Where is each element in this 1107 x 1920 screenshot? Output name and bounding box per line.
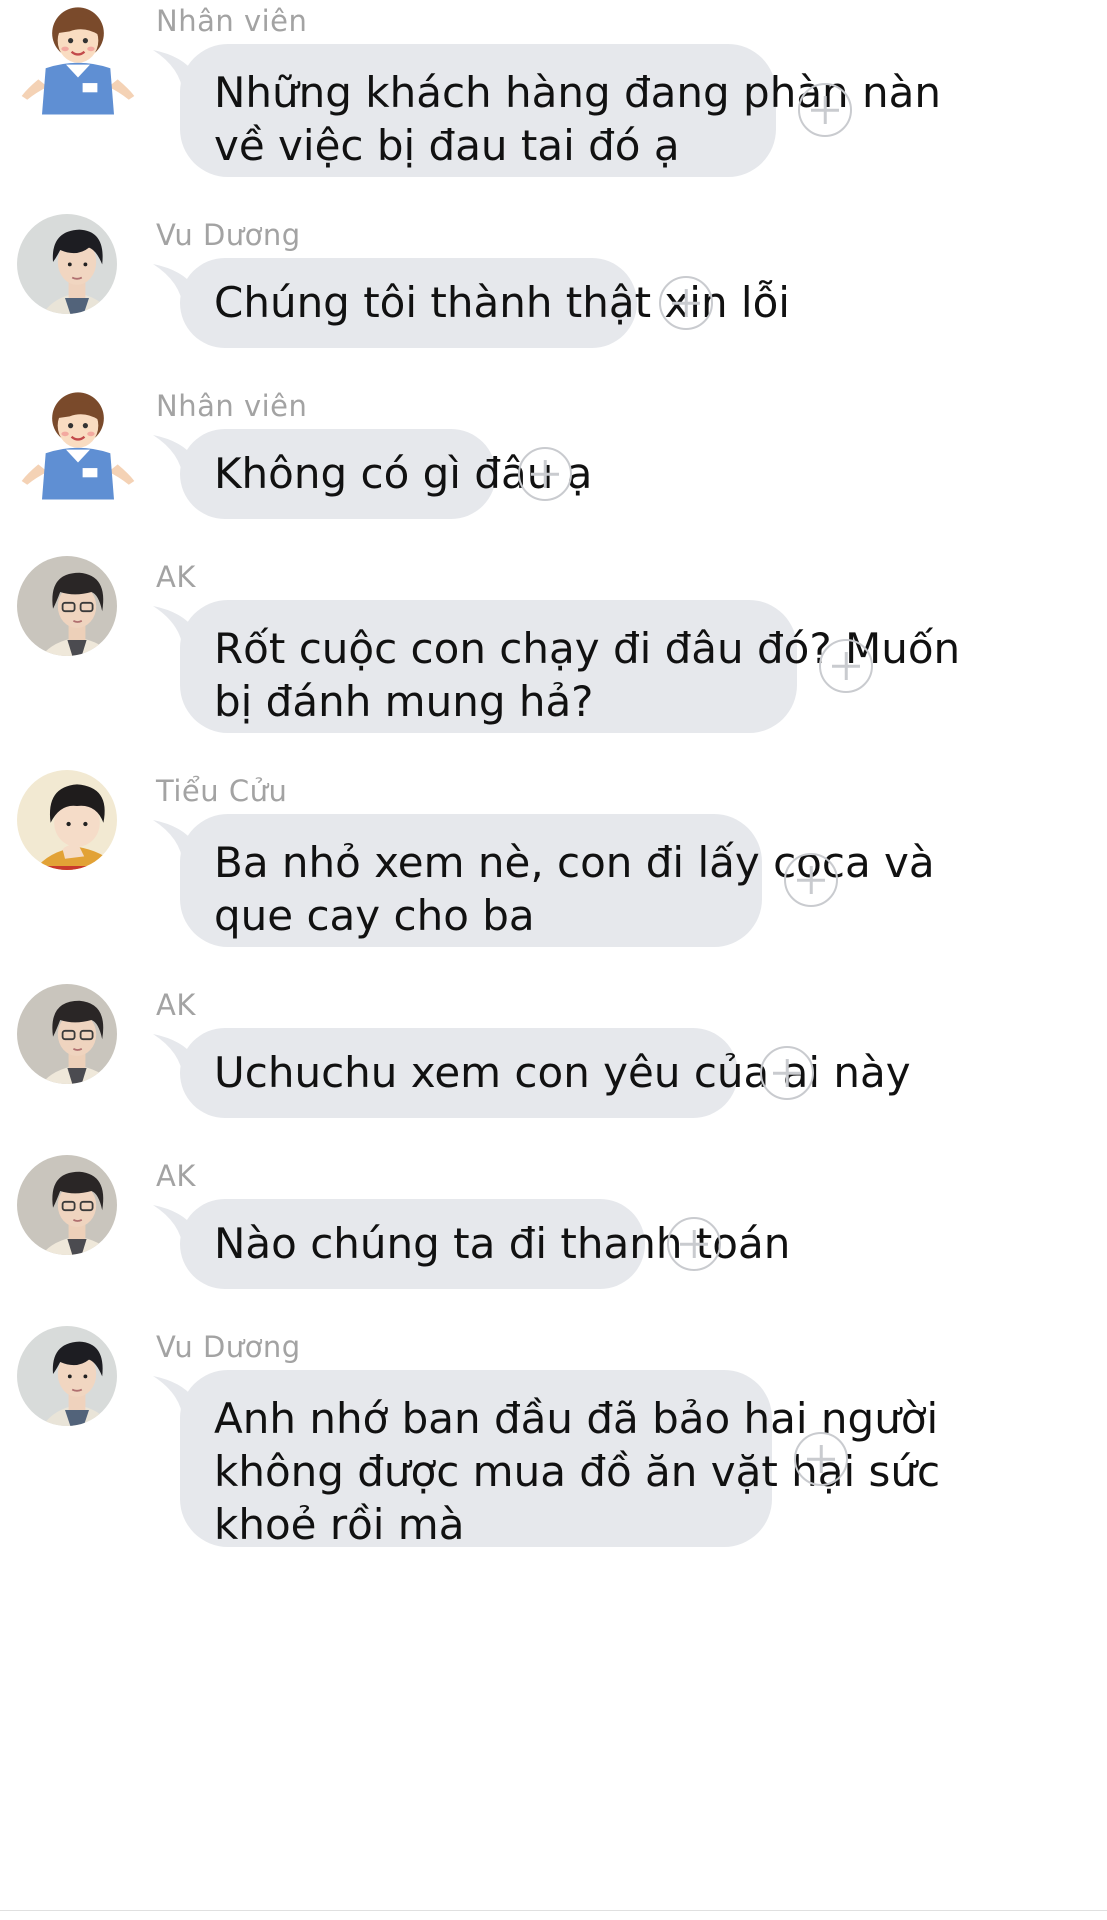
message-text-line: không được mua đồ ăn vặt hại sức	[214, 1447, 941, 1496]
add-reaction-icon[interactable]	[798, 83, 852, 137]
sender-name: AK	[156, 560, 196, 594]
message-text-line: Không có gì đâu ạ	[214, 449, 593, 498]
add-reaction-icon[interactable]	[794, 1432, 848, 1486]
staff-avatar[interactable]	[18, 0, 148, 130]
message-bubble[interactable]: Nào chúng ta đi thanh toán	[180, 1199, 791, 1289]
tieu-cuu-avatar[interactable]	[17, 770, 117, 870]
staff-avatar[interactable]	[18, 385, 148, 515]
message-bubble[interactable]: Những khách hàng đang phàn nàn về việc b…	[180, 44, 942, 177]
message-bubble[interactable]: Anh nhớ ban đầu đã bảo hai người không đ…	[180, 1370, 941, 1549]
message-text-line: Những khách hàng đang phàn nàn	[214, 68, 942, 117]
ak-avatar[interactable]	[17, 1155, 117, 1255]
ak-avatar[interactable]	[17, 556, 117, 656]
add-reaction-icon[interactable]	[760, 1046, 814, 1100]
message-text-line: Rốt cuộc con chạy đi đâu đó? Muốn	[214, 624, 961, 673]
message-text-line: Uchuchu xem con yêu của ai này	[214, 1048, 911, 1097]
divider	[0, 1910, 1107, 1911]
add-reaction-icon[interactable]	[784, 853, 838, 907]
sender-name: Nhân viên	[156, 4, 308, 38]
vu-duong-avatar[interactable]	[17, 214, 117, 314]
sender-name: AK	[156, 1159, 196, 1193]
sender-name: AK	[156, 988, 196, 1022]
add-reaction-icon[interactable]	[819, 639, 873, 693]
sender-name: Tiểu Cửu	[156, 774, 288, 808]
add-reaction-icon[interactable]	[659, 276, 713, 330]
message-text-line: Ba nhỏ xem nè, con đi lấy coca và	[214, 838, 935, 887]
message-text-line: Anh nhớ ban đầu đã bảo hai người	[214, 1394, 939, 1443]
ak-avatar[interactable]	[17, 984, 117, 1084]
message-bubble[interactable]: Uchuchu xem con yêu của ai này	[180, 1028, 911, 1118]
sender-name: Nhân viên	[156, 389, 308, 423]
sender-name: Vu Dương	[156, 1330, 301, 1364]
vu-duong-avatar[interactable]	[17, 1326, 117, 1426]
sender-name: Vu Dương	[156, 218, 301, 252]
message-text-line: về việc bị đau tai đó ạ	[214, 121, 680, 170]
add-reaction-icon[interactable]	[667, 1217, 721, 1271]
message-bubble[interactable]: Không có gì đâu ạ	[180, 429, 593, 519]
message-bubble[interactable]: Chúng tôi thành thật xin lỗi	[180, 258, 790, 348]
message-text-line: Chúng tôi thành thật xin lỗi	[214, 278, 790, 327]
message-text-line: khoẻ rồi mà	[214, 1500, 465, 1549]
message-text-line: que cay cho ba	[214, 891, 535, 940]
message-bubble[interactable]: Rốt cuộc con chạy đi đâu đó? Muốn bị đán…	[180, 600, 961, 733]
message-text-line: Nào chúng ta đi thanh toán	[214, 1219, 791, 1268]
message-bubble[interactable]: Ba nhỏ xem nè, con đi lấy coca và que ca…	[180, 814, 935, 947]
message-text-line: bị đánh mung hả?	[214, 677, 594, 726]
add-reaction-icon[interactable]	[518, 447, 572, 501]
